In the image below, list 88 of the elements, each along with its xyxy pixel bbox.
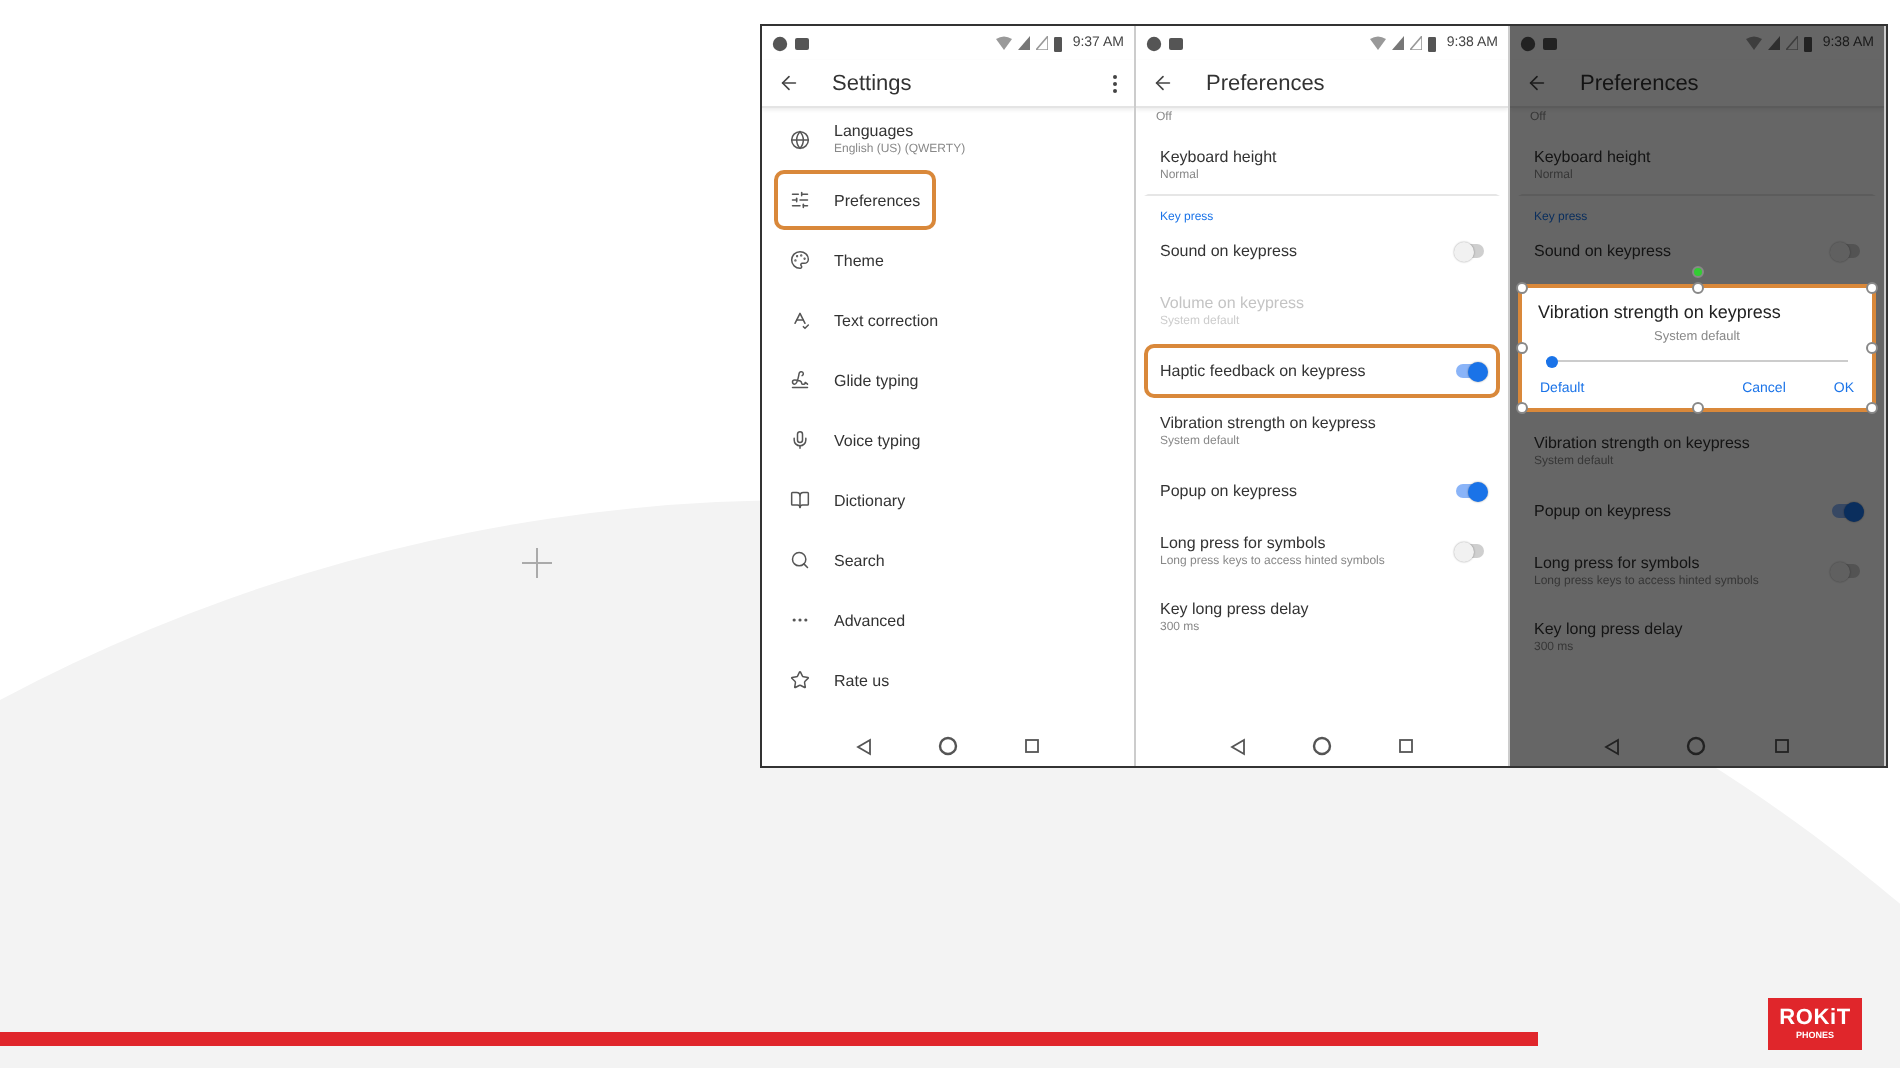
resize-handle[interactable] xyxy=(1691,282,1703,294)
item-label: Advanced xyxy=(834,611,906,629)
image-icon xyxy=(794,35,810,51)
settings-item[interactable]: Advanced xyxy=(774,590,922,650)
recents-icon[interactable] xyxy=(1024,738,1041,754)
microphone-icon xyxy=(790,430,810,450)
logo-name: ROKiT xyxy=(1779,1007,1851,1030)
highlighted-row[interactable]: Haptic feedback on keypress xyxy=(1144,344,1500,398)
screen-title: Preferences xyxy=(1206,71,1325,95)
battery-icon xyxy=(1428,35,1437,51)
circle-icon xyxy=(1146,35,1162,51)
dialog-title: Vibration strength on keypress xyxy=(1538,302,1783,322)
item-label: Rate us xyxy=(834,671,890,689)
toggle-switch[interactable] xyxy=(1832,244,1860,258)
resize-handle[interactable] xyxy=(1866,402,1878,414)
battery-icon xyxy=(1804,35,1813,51)
circle-icon xyxy=(772,35,788,51)
item-label: Search xyxy=(834,551,885,569)
toggle-switch[interactable] xyxy=(1456,484,1484,498)
settings-item[interactable]: Glide typing xyxy=(774,350,935,410)
plus-icon xyxy=(521,548,551,578)
item-label: Text correction xyxy=(834,311,939,329)
screen-title: Preferences xyxy=(1580,71,1699,95)
settings-item[interactable]: Rate us xyxy=(774,650,906,710)
settings-item[interactable]: Search xyxy=(774,530,901,590)
item-label: Voice typing xyxy=(834,431,921,449)
wifi-icon xyxy=(1370,36,1387,50)
back-arrow-icon[interactable] xyxy=(1152,72,1174,94)
item-label: Dictionary xyxy=(834,491,906,509)
settings-item[interactable]: Theme xyxy=(774,230,900,290)
item-label: Languages xyxy=(834,122,916,140)
squiggle-icon xyxy=(790,370,810,390)
resize-handle[interactable] xyxy=(1516,402,1528,414)
item-label: Long press for symbols xyxy=(1534,554,1702,572)
item-label: Popup on keypress xyxy=(1534,502,1671,520)
toggle-switch[interactable] xyxy=(1832,504,1860,518)
resize-handle[interactable] xyxy=(1866,342,1878,354)
toggle-switch[interactable] xyxy=(1456,544,1484,558)
star-icon xyxy=(790,670,810,690)
settings-item[interactable]: Voice typing xyxy=(774,410,937,470)
resize-handle[interactable] xyxy=(1516,282,1528,294)
back-arrow-icon[interactable] xyxy=(778,72,800,94)
wifi-icon xyxy=(1746,36,1763,50)
resize-handle[interactable] xyxy=(1516,342,1528,354)
item-label: Sound on keypress xyxy=(1160,242,1297,260)
item-label: Key long press delay xyxy=(1534,620,1683,638)
item-label: Volume on keypress xyxy=(1160,294,1305,312)
resize-handle[interactable] xyxy=(1866,282,1878,294)
back-icon[interactable] xyxy=(1229,737,1246,755)
item-label: Key long press delay xyxy=(1160,600,1309,618)
globe-icon xyxy=(790,129,810,149)
item-label: Long press for symbols xyxy=(1160,534,1328,552)
toggle-switch[interactable] xyxy=(1456,244,1484,258)
back-icon[interactable] xyxy=(855,737,872,755)
item-label: Haptic feedback on keypress xyxy=(1160,362,1366,380)
item-label: Popup on keypress xyxy=(1160,482,1297,500)
screen-title: Settings xyxy=(832,71,912,95)
recents-icon[interactable] xyxy=(1398,738,1415,754)
item-label: Glide typing xyxy=(834,371,919,389)
book-icon xyxy=(790,490,810,510)
spell-check-icon xyxy=(790,310,810,330)
menu-icon[interactable] xyxy=(1112,73,1118,93)
item-label: Theme xyxy=(834,251,884,269)
slider-thumb[interactable] xyxy=(1546,355,1559,367)
palette-icon xyxy=(790,250,810,270)
toggle-switch[interactable] xyxy=(1456,364,1484,378)
circle-icon xyxy=(1520,35,1536,51)
home-icon[interactable] xyxy=(937,736,958,756)
settings-item[interactable]: Preferences xyxy=(774,170,937,230)
settings-item[interactable]: Dictionary xyxy=(774,470,922,530)
settings-item[interactable]: Text correction xyxy=(774,290,955,350)
rotate-handle[interactable] xyxy=(1691,266,1703,278)
home-icon[interactable] xyxy=(1311,736,1332,756)
recents-icon[interactable] xyxy=(1774,738,1791,754)
image-icon xyxy=(1542,35,1558,51)
wifi-icon xyxy=(996,36,1013,50)
item-label: Keyboard height xyxy=(1160,148,1277,166)
resize-handle[interactable] xyxy=(1691,402,1703,414)
item-label: Sound on keypress xyxy=(1534,242,1671,260)
toggle-switch[interactable] xyxy=(1832,564,1860,578)
item-label: Vibration strength on keypress xyxy=(1160,414,1376,432)
item-label: Vibration strength on keypress xyxy=(1534,434,1750,452)
sliders-icon xyxy=(790,190,810,210)
image-icon xyxy=(1168,35,1184,51)
item-label: Preferences xyxy=(834,191,921,209)
item-label: Keyboard height xyxy=(1534,148,1651,166)
search-icon xyxy=(790,550,810,570)
battery-icon xyxy=(1054,35,1063,51)
